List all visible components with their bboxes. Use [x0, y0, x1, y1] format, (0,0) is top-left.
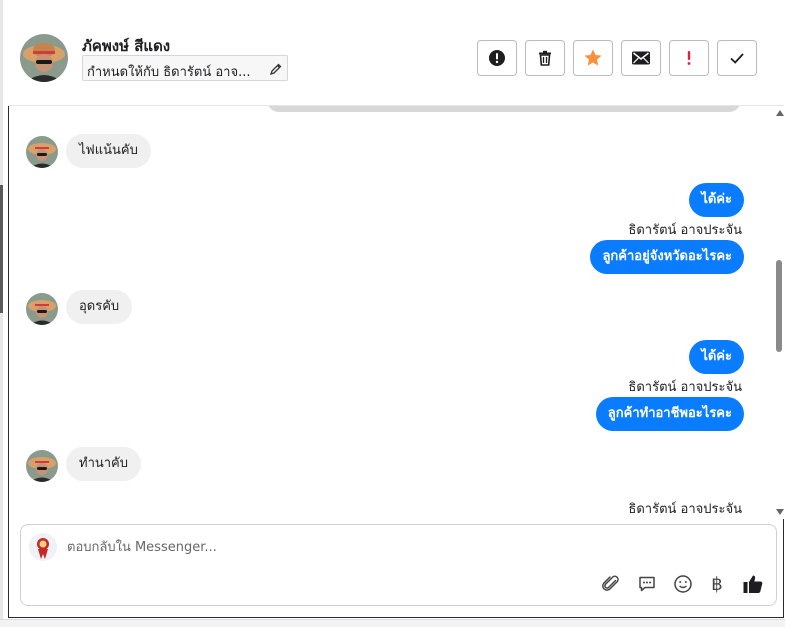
attach-button[interactable] [599, 572, 623, 596]
message-incoming[interactable]: ไฟแน้นคับ [66, 134, 151, 168]
message-outgoing[interactable]: ลูกค้าทำอาชีพอะไรคะ [595, 397, 744, 431]
mark-spam-button[interactable] [477, 40, 517, 76]
delete-button[interactable] [525, 40, 565, 76]
follow-up-button[interactable] [669, 40, 709, 76]
scroll-up-arrow-icon[interactable] [776, 110, 784, 116]
window-left-edge [0, 0, 3, 627]
scrollbar-thumb[interactable] [776, 260, 782, 352]
sender-name: ธิดารัตน์ อาจประจัน [628, 502, 742, 517]
contact-avatar-small[interactable] [26, 136, 58, 168]
check-icon [730, 53, 744, 64]
trash-icon [539, 50, 551, 66]
mark-unread-button[interactable] [621, 40, 661, 76]
page-avatar [29, 533, 57, 561]
message-incoming[interactable]: อุดรคับ [66, 290, 133, 324]
message-outgoing[interactable]: ได้ค่ะ [689, 340, 744, 374]
reply-composer: ฿ [20, 524, 777, 606]
saved-replies-button[interactable] [635, 572, 659, 596]
sender-name: ธิดารัตน์ อาจประจัน [628, 380, 742, 395]
emoji-button[interactable] [671, 572, 695, 596]
chat-bubble-icon [639, 576, 655, 592]
assignee-field[interactable]: กำหนดให้กับ ธิดารัตน์ อาจ... [82, 55, 288, 81]
message-outgoing[interactable]: ได้ค่ะ [689, 183, 744, 217]
message-list[interactable]: ไฟแน้นคับ ได้ค่ะ ธิดารัตน์ อาจประจัน ลูก… [9, 106, 775, 519]
envelope-icon [632, 51, 650, 65]
message-outgoing[interactable]: ลูกค้าอยู่จังหวัดอะไรคะ [590, 240, 744, 274]
contact-avatar[interactable] [20, 34, 68, 82]
sender-name: ธิดารัตน์ อาจประจัน [628, 223, 742, 238]
baht-icon: ฿ [711, 573, 723, 595]
star-button[interactable] [573, 40, 613, 76]
paperclip-icon [602, 575, 619, 591]
mark-done-button[interactable] [717, 40, 757, 76]
smiley-icon [674, 575, 692, 593]
window-bottom-edge [0, 619, 785, 627]
conversation-header: ภัคพงษ์ สีแดง กำหนดให้กับ ธิดารัตน์ อาจ.… [8, 8, 784, 106]
message-incoming[interactable]: ทำนาคับ [66, 447, 142, 481]
window-edge-marker [0, 185, 3, 313]
pencil-icon[interactable] [269, 62, 283, 76]
alert-circle-icon [489, 50, 505, 66]
like-button[interactable] [741, 572, 765, 596]
contact-avatar-small[interactable] [26, 293, 58, 325]
scroll-down-arrow-icon[interactable] [776, 509, 784, 515]
exclamation-icon [687, 51, 691, 65]
previous-image-attachment[interactable] [267, 106, 741, 112]
contact-avatar-small[interactable] [26, 450, 58, 482]
chat-scrollbar[interactable] [775, 106, 784, 519]
assignee-label: กำหนดให้กับ ธิดารัตน์ อาจ... [87, 65, 251, 80]
thumbs-up-icon [743, 575, 763, 593]
reply-input[interactable] [67, 535, 747, 559]
payment-button[interactable]: ฿ [705, 572, 729, 596]
star-icon [584, 49, 602, 66]
